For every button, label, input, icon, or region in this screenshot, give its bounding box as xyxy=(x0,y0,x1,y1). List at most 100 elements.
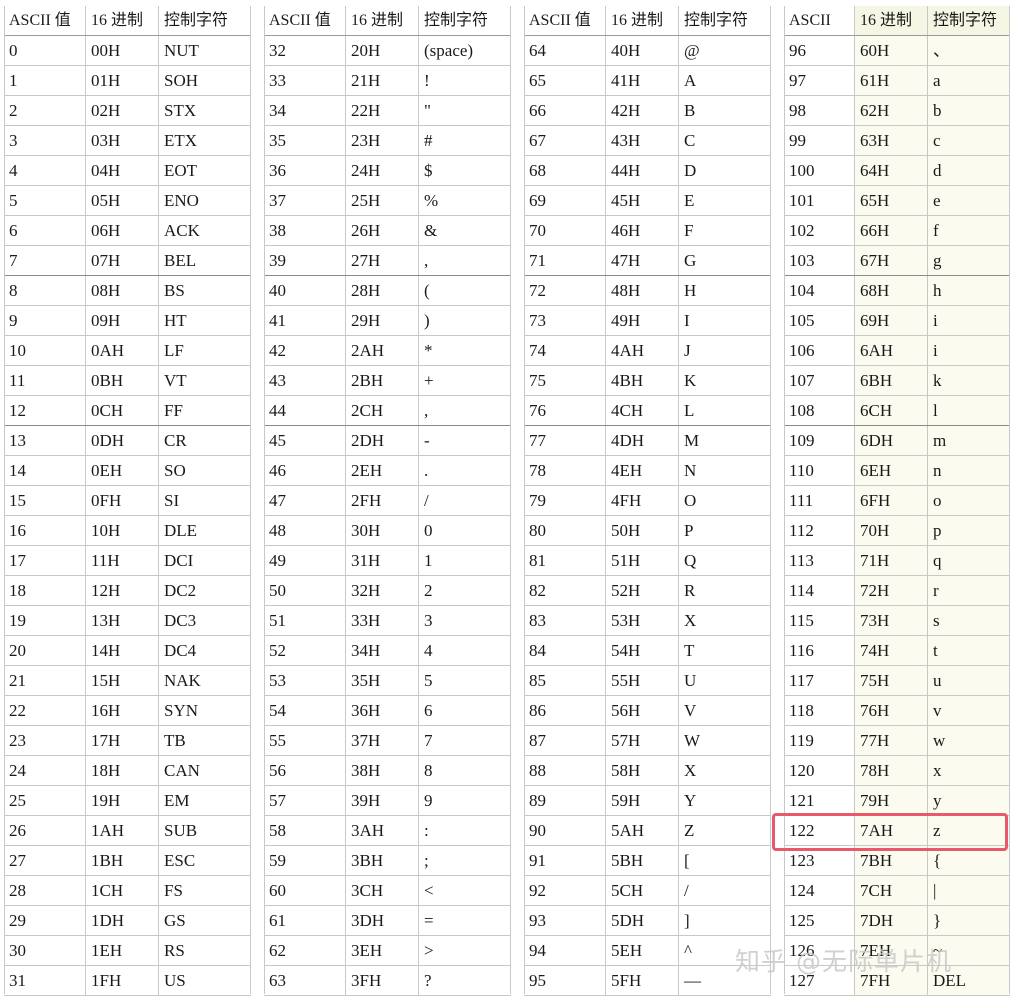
cell-char: DC2 xyxy=(164,581,197,600)
table-row: 117 75H u xyxy=(784,666,1010,696)
cell-hex: 29H xyxy=(346,306,419,335)
cell-ascii: 102 xyxy=(784,216,855,245)
ascii-table-64-95: ASCII 值 16 进制 控制字符 64 40H @65 41H A 66 42H B 67 43H C… xyxy=(524,6,771,996)
cell-char: Y xyxy=(684,791,697,810)
table-row: 51 33H 3 xyxy=(264,606,511,636)
cell-char: 3 xyxy=(424,611,433,630)
cell-ascii: 9 xyxy=(4,306,86,335)
cell-char: : xyxy=(424,821,429,840)
cell-ascii: 28 xyxy=(4,876,86,905)
table-row: 50 32H 2 xyxy=(264,576,511,606)
cell-char: SI xyxy=(164,491,180,510)
table-row: 11 0BH VT xyxy=(4,366,251,396)
cell-ascii: 25 xyxy=(4,786,86,815)
cell-ascii: 53 xyxy=(264,666,346,695)
table-row: 56 38H 8 xyxy=(264,756,511,786)
table-row: 28 1CH FS xyxy=(4,876,251,906)
cell-hex: 37H xyxy=(346,726,419,755)
table-row: 83 53H X xyxy=(524,606,771,636)
cell-char: SUB xyxy=(164,821,198,840)
cell-ascii: 29 xyxy=(4,906,86,935)
cell-char: [ xyxy=(684,851,690,870)
cell-char: ] xyxy=(684,911,690,930)
cell-hex: 1BH xyxy=(86,846,159,875)
cell-char: q xyxy=(928,546,1010,575)
table-row: 111 6FH o xyxy=(784,486,1010,516)
cell-hex: 05H xyxy=(86,186,159,215)
table-row: 31 1FH US xyxy=(4,966,251,996)
table-row: 17 11H DCI xyxy=(4,546,251,576)
cell-hex: 0BH xyxy=(86,366,159,395)
table-row: 81 51H Q xyxy=(524,546,771,576)
table-row: 14 0EH SO xyxy=(4,456,251,486)
cell-hex: 61H xyxy=(855,66,928,95)
table-row: 84 54H T xyxy=(524,636,771,666)
cell-char: R xyxy=(684,581,696,600)
cell-char: | xyxy=(928,876,1010,905)
cell-hex: 57H xyxy=(606,726,679,755)
table-row: 2 02H STX xyxy=(4,96,251,126)
cell-hex: 03H xyxy=(86,126,159,155)
cell-hex: 65H xyxy=(855,186,928,215)
cell-char: i xyxy=(928,306,1010,335)
table-row: 109 6DH m xyxy=(784,426,1010,456)
cell-ascii: 27 xyxy=(4,846,86,875)
cell-ascii: 92 xyxy=(524,876,606,905)
cell-char: } xyxy=(928,906,1010,935)
cell-hex: 19H xyxy=(86,786,159,815)
header-hex: 16 进制 xyxy=(606,6,679,35)
table-row: 43 2BH + xyxy=(264,366,511,396)
cell-char: ENO xyxy=(164,191,199,210)
header-ascii: ASCII xyxy=(784,6,855,35)
watermark: 知乎 @无际单片机 xyxy=(735,947,952,976)
table-row: 21 15H NAK xyxy=(4,666,251,696)
cell-char: 0 xyxy=(424,521,433,540)
cell-ascii: 40 xyxy=(264,276,346,305)
cell-hex: 67H xyxy=(855,246,928,275)
cell-hex: 54H xyxy=(606,636,679,665)
cell-ascii: 32 xyxy=(264,36,346,65)
header-ascii: ASCII 值 xyxy=(264,6,346,35)
table-row: 54 36H 6 xyxy=(264,696,511,726)
table-row: 24 18H CAN xyxy=(4,756,251,786)
table-row: 66 42H B xyxy=(524,96,771,126)
cell-ascii: 4 xyxy=(4,156,86,185)
cell-ascii: 60 xyxy=(264,876,346,905)
cell-hex: 33H xyxy=(346,606,419,635)
cell-ascii: 54 xyxy=(264,696,346,725)
table-row: 3 03H ETX xyxy=(4,126,251,156)
cell-ascii: 124 xyxy=(784,876,855,905)
cell-hex: 0FH xyxy=(86,486,159,515)
cell-char: - xyxy=(424,431,430,450)
cell-hex: 3CH xyxy=(346,876,419,905)
cell-hex: 56H xyxy=(606,696,679,725)
cell-hex: 71H xyxy=(855,546,928,575)
table-row: 49 31H 1 xyxy=(264,546,511,576)
cell-hex: 74H xyxy=(855,636,928,665)
cell-ascii: 83 xyxy=(524,606,606,635)
cell-hex: 4BH xyxy=(606,366,679,395)
table-row: 90 5AH Z xyxy=(524,816,771,846)
cell-ascii: 57 xyxy=(264,786,346,815)
cell-char: E xyxy=(684,191,695,210)
cell-ascii: 61 xyxy=(264,906,346,935)
cell-ascii: 15 xyxy=(4,486,86,515)
cell-char: DC4 xyxy=(164,641,197,660)
cell-ascii: 82 xyxy=(524,576,606,605)
cell-char: * xyxy=(424,341,433,360)
cell-ascii: 22 xyxy=(4,696,86,725)
cell-ascii: 37 xyxy=(264,186,346,215)
table-row: 69 45H E xyxy=(524,186,771,216)
cell-ascii: 115 xyxy=(784,606,855,635)
cell-ascii: 12 xyxy=(4,396,86,425)
cell-hex: 1CH xyxy=(86,876,159,905)
cell-hex: 02H xyxy=(86,96,159,125)
cell-char: 4 xyxy=(424,641,433,660)
table-row: 67 43H C xyxy=(524,126,771,156)
cell-ascii: 105 xyxy=(784,306,855,335)
cell-ascii: 45 xyxy=(264,426,346,455)
cell-ascii: 18 xyxy=(4,576,86,605)
table-header: ASCII 值 16 进制 控制字符 xyxy=(524,6,771,36)
table-row: 92 5CH / xyxy=(524,876,771,906)
cell-ascii: 87 xyxy=(524,726,606,755)
